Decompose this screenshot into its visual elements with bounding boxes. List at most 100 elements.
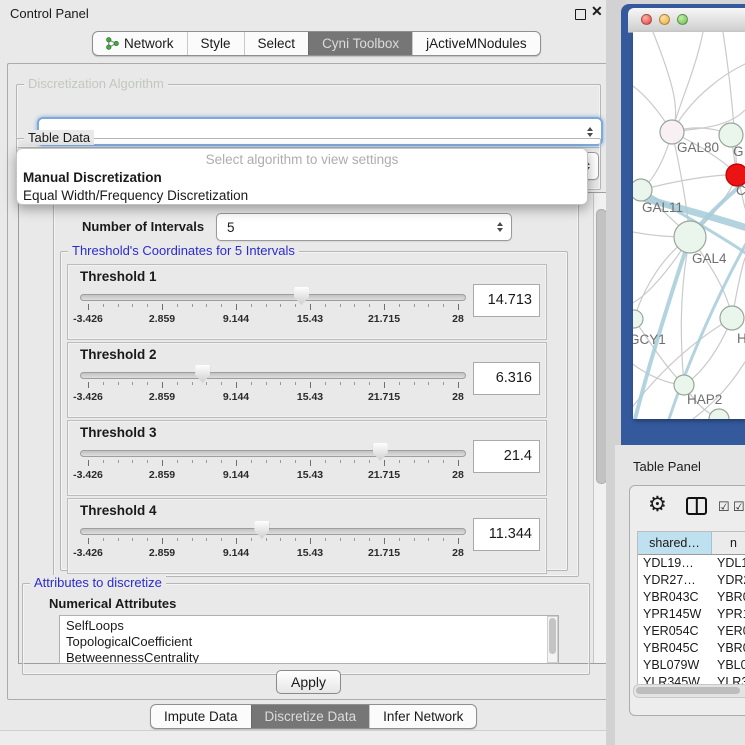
table-row[interactable]: YBL079WYBL0 [638,657,745,674]
threshold-value-field[interactable]: 14.713 [473,284,540,317]
threshold-slider[interactable]: -3.4262.8599.14415.4321.71528 [80,287,466,335]
number-of-intervals-combobox[interactable]: 5 [216,213,512,241]
threshold-value-field[interactable]: 21.4 [473,440,540,473]
table-row[interactable]: YDR27…YDR2 [638,572,745,589]
table-row[interactable]: YPR145WYPR1 [638,606,745,623]
tick-mark [295,460,296,463]
table-body: YDL19…YDL1YDR27…YDR2YBR043CYBR0YPR145WYP… [638,555,745,684]
tick-mark [103,460,104,463]
table-panel-region: Table Panel ⚙ ☑ ☑ shared…n YDL19…YDL1YDR… [615,445,745,745]
tick-mark [236,304,237,310]
tick-mark [206,382,207,385]
close-traffic-light[interactable] [641,14,652,25]
tab-impute-data[interactable]: Impute Data [151,705,251,728]
cell-name: YDR2 [712,572,745,589]
tab-label: Cyni Toolbox [322,36,399,51]
node-label: C [736,183,745,198]
tab-discretize-data[interactable]: Discretize Data [251,705,370,728]
tick-mark [399,382,400,385]
table-horizontal-scrollbar[interactable] [633,684,745,698]
attribute-item[interactable]: SelfLoops [66,618,558,634]
node-label: GAL11 [642,200,683,215]
tick-label: 9.144 [223,313,249,325]
slider-thumb[interactable] [195,365,210,383]
scrollbar-thumb[interactable] [636,687,740,694]
cyni-toolbox-panel: Discretization Algorithm Table Data galF… [7,63,608,700]
tick-mark [325,304,326,307]
table-row[interactable]: YBR045CYBR0 [638,640,745,657]
network-node[interactable] [674,221,706,253]
table-row[interactable]: YDL19…YDL1 [638,555,745,572]
tick-mark [384,304,385,310]
tick-mark [147,304,148,307]
tick-label: 28 [452,313,464,325]
tab-jactivemnodules[interactable]: jActiveMNodules [412,32,540,55]
tick-mark [428,538,429,541]
panel-bottom-strip [0,730,615,745]
network-node[interactable] [633,179,652,201]
zoom-traffic-light[interactable] [677,14,688,25]
group-title: Table Data [24,130,94,145]
tick-mark [384,538,385,544]
attribute-item[interactable]: TopologicalCoefficient [66,634,558,650]
float-icon[interactable] [575,9,586,20]
tick-mark [369,538,370,541]
dropdown-item[interactable]: Equal Width/Frequency Discretization [17,187,587,205]
tick-mark [399,304,400,307]
gear-icon[interactable]: ⚙ [648,494,667,516]
checkbox-icon[interactable]: ☑ [733,499,745,515]
network-canvas[interactable]: GAL80GGAL11CGAL4GCY1HHAP2 [633,32,745,419]
columns-icon[interactable] [686,497,707,515]
threshold-slider[interactable]: -3.4262.8599.14415.4321.71528 [80,365,466,413]
checkbox-icon[interactable]: ☑ [718,499,730,515]
slider-tick-zone: -3.4262.8599.14415.4321.71528 [88,521,458,569]
tab-network[interactable]: Network [93,32,187,55]
close-icon[interactable]: ✕ [591,3,603,20]
tick-mark [221,304,222,307]
network-node[interactable] [633,310,643,328]
minimize-traffic-light[interactable] [659,14,670,25]
attribute-item[interactable]: BetweennessCentrality [66,650,558,664]
apply-button[interactable]: Apply [276,670,341,694]
tab-style[interactable]: Style [187,32,244,55]
cell-name: YDL1 [712,555,745,572]
dropdown-item[interactable]: Select algorithm to view settings [17,151,587,169]
column-header[interactable]: shared… [638,532,712,554]
tick-mark [280,460,281,463]
table-row[interactable]: YLR345WYLR3 [638,674,745,684]
tick-mark [192,382,193,385]
threshold-slider[interactable]: -3.4262.8599.14415.4321.71528 [80,443,466,491]
stepper-icon [497,222,503,232]
attributes-scrollbar[interactable] [547,616,558,663]
dropdown-item[interactable]: Manual Discretization [17,169,587,187]
network-window-titlebar[interactable] [628,8,745,33]
tick-mark [295,304,296,307]
tick-mark [192,304,193,307]
tab-label: Infer Network [383,709,463,724]
table-row[interactable]: YER054CYER0 [638,623,745,640]
threshold-slider[interactable]: -3.4262.8599.14415.4321.71528 [80,521,466,569]
network-window: GAL80GGAL11CGAL4GCY1HHAP2 [621,4,745,445]
tick-label: 2.859 [149,469,175,481]
tick-mark [428,382,429,385]
network-node[interactable] [709,409,729,419]
table-row[interactable]: YBR043CYBR0 [638,589,745,606]
tick-label: 21.715 [368,391,400,403]
slider-thumb[interactable] [373,443,388,461]
settings-scroll-pane: Interval Definition Number of Intervals … [18,192,609,664]
threshold-value-field[interactable]: 11.344 [473,518,540,551]
tab-select[interactable]: Select [244,32,309,55]
threshold-value-field[interactable]: 6.316 [473,362,540,395]
cell-name: YPR1 [712,606,745,623]
tick-mark [236,460,237,466]
tab-cyni-toolbox[interactable]: Cyni Toolbox [308,32,412,55]
threshold-panel: Threshold 1-3.4262.8599.14415.4321.71528… [67,264,547,340]
tick-label: 21.715 [368,313,400,325]
slider-thumb[interactable] [294,287,309,305]
tick-mark [354,460,355,463]
network-node[interactable] [720,306,744,330]
tick-mark [206,460,207,463]
tab-infer-network[interactable]: Infer Network [369,705,476,728]
column-header[interactable]: n [712,532,745,554]
slider-thumb[interactable] [254,521,269,539]
